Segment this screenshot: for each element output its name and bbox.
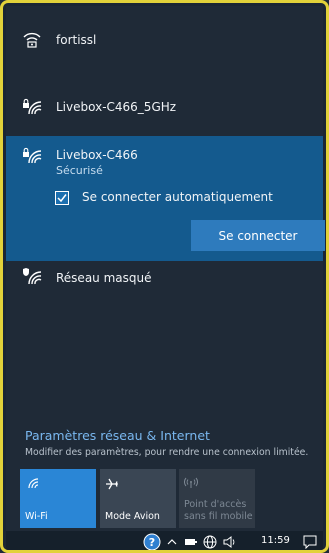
airplane-icon: [106, 478, 118, 490]
network-settings-link[interactable]: Paramètres réseau & Internet: [25, 428, 210, 443]
network-flyout: fortissl Livebox-C466_5GHz Livebox-C466 …: [6, 6, 325, 531]
network-name: fortissl: [56, 33, 97, 47]
network-status: Sécurisé: [56, 164, 103, 177]
globe-icon[interactable]: [203, 535, 217, 549]
network-item-livebox-selected[interactable]: Livebox-C466 Sécurisé Se connecter autom…: [6, 136, 325, 261]
system-clock[interactable]: 11:59: [261, 535, 290, 546]
svg-text:?: ?: [149, 536, 155, 549]
network-item-livebox-5ghz[interactable]: Livebox-C466_5GHz: [6, 84, 323, 129]
wifi-shield-icon: [22, 268, 42, 285]
help-icon[interactable]: ?: [143, 533, 161, 551]
tile-label: Wi-Fi: [25, 511, 48, 522]
network-item-fortissl[interactable]: fortissl: [6, 18, 323, 63]
auto-connect-label: Se connecter automatiquement: [82, 190, 273, 204]
hotspot-icon: [184, 477, 198, 488]
network-name: Livebox-C466_5GHz: [56, 100, 177, 114]
speaker-icon[interactable]: [223, 536, 239, 548]
taskbar: ? 11:59: [6, 531, 323, 551]
notification-icon[interactable]: [303, 535, 317, 549]
checkmark-icon: [57, 194, 67, 203]
wifi-secured-icon: [23, 98, 42, 115]
battery-icon[interactable]: [184, 537, 198, 547]
network-name: Livebox-C466: [56, 148, 138, 162]
wifi-icon: [28, 478, 39, 489]
chevron-up-icon[interactable]: [167, 537, 177, 547]
tile-label: Mode Avion: [105, 511, 160, 522]
wifi-open-icon: [23, 32, 41, 48]
auto-connect-checkbox[interactable]: [55, 191, 69, 205]
airplane-mode-tile[interactable]: Mode Avion: [100, 469, 176, 528]
wifi-secured-icon: [23, 147, 42, 164]
window-frame: fortissl Livebox-C466_5GHz Livebox-C466 …: [0, 0, 329, 553]
network-item-hidden[interactable]: Réseau masqué: [6, 262, 323, 307]
network-name: Réseau masqué: [56, 271, 152, 285]
mobile-hotspot-tile[interactable]: Point d'accès sans fil mobile: [179, 469, 255, 528]
tile-label: Point d'accès sans fil mobile: [184, 499, 253, 522]
network-settings-description: Modifier des paramètres, pour rendre une…: [25, 447, 309, 458]
wifi-toggle-tile[interactable]: Wi-Fi: [20, 469, 96, 528]
connect-button[interactable]: Se connecter: [191, 220, 325, 251]
